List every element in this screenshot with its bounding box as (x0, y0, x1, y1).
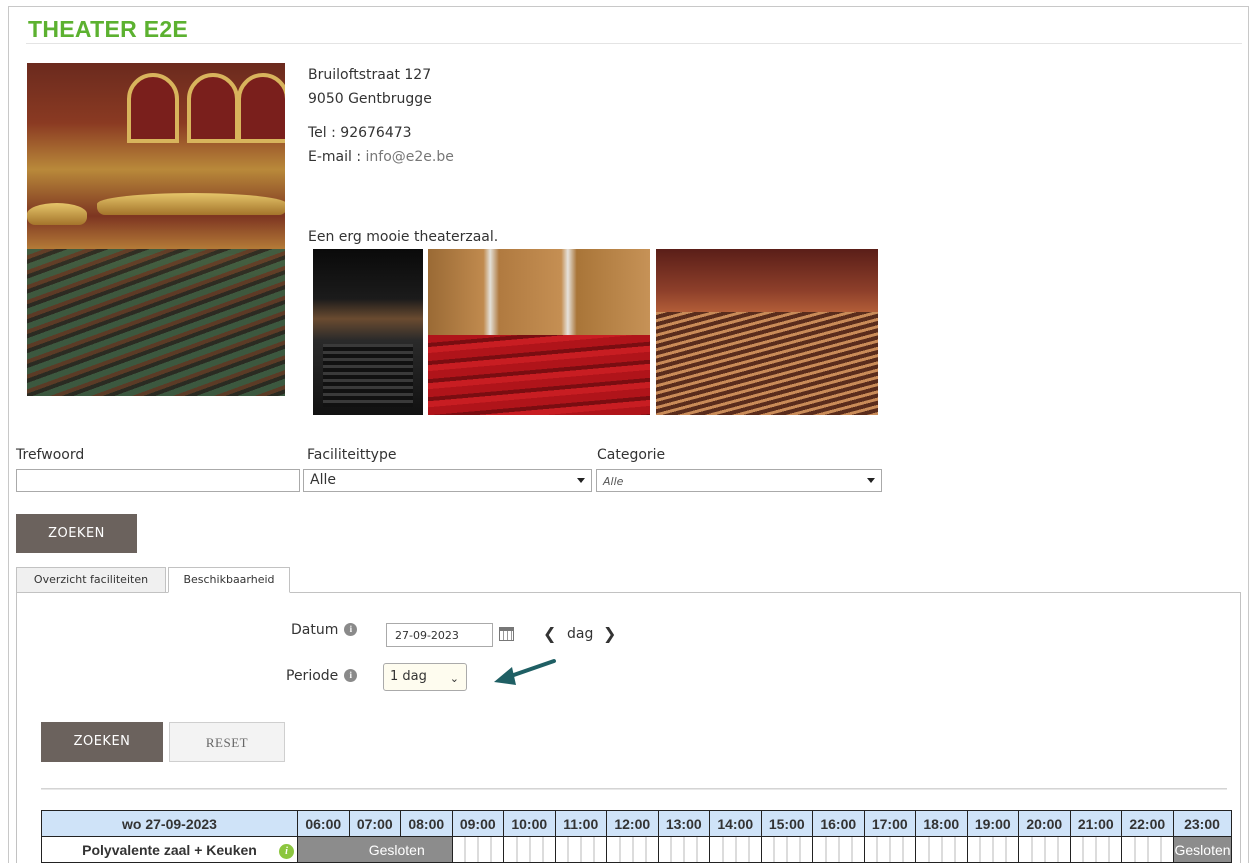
date-input[interactable]: 27-09-2023 (386, 623, 493, 647)
info-icon[interactable]: i (344, 669, 358, 682)
grid-hour-header: 21:00 (1069, 810, 1122, 837)
time-slot[interactable] (760, 836, 813, 863)
email-label: E-mail : (308, 149, 362, 165)
section-divider (41, 788, 1227, 790)
grid-hour-header: 23:00 (1172, 810, 1232, 837)
photo-seats (27, 249, 285, 396)
calendar-icon[interactable] (499, 627, 514, 641)
time-slot[interactable] (451, 836, 504, 863)
tab-overview[interactable]: Overzicht faciliteiten (16, 567, 166, 593)
facility-type-label: Faciliteittype (307, 447, 397, 463)
venue-street: Bruiloftstraat 127 (308, 67, 432, 83)
reset-button[interactable]: RESET (169, 722, 285, 762)
venue-email: E-mail : info@e2e.be (308, 149, 454, 165)
grid-hour-header: 10:00 (503, 810, 556, 837)
period-select[interactable]: 1 dag ⌄ (383, 663, 467, 691)
email-link[interactable]: info@e2e.be (366, 149, 454, 165)
grid-hour-header: 08:00 (400, 810, 453, 837)
time-slot[interactable] (812, 836, 865, 863)
filter-search-button[interactable]: ZOEKEN (16, 514, 137, 553)
tab-availability[interactable]: Beschikbaarheid (168, 567, 290, 593)
closed-slot: Gesloten (1172, 836, 1232, 863)
period-value: 1 dag (390, 669, 427, 684)
date-label: Datum i (291, 622, 358, 638)
availability-grid: wo 27-09-2023 06:00 07:00 08:00 09:00 10… (41, 810, 1232, 863)
phone-label: Tel : (308, 125, 336, 141)
time-slot[interactable] (554, 836, 607, 863)
time-slot[interactable] (657, 836, 710, 863)
date-label-text: Datum (291, 622, 339, 638)
time-slot[interactable] (863, 836, 916, 863)
grid-hour-header: 18:00 (915, 810, 968, 837)
arrow-icon (494, 659, 556, 685)
period-label: Periode i (286, 668, 358, 684)
venue-description: Een erg mooie theaterzaal. (308, 229, 499, 245)
venue-city: 9050 Gentbrugge (308, 91, 432, 107)
grid-hour-header: 14:00 (709, 810, 762, 837)
category-select[interactable]: Alle (596, 469, 882, 492)
closed-slot: Gesloten (297, 836, 453, 863)
venue-phone: Tel : 92676473 (308, 125, 412, 141)
photo-balcony (97, 193, 285, 215)
category-value: Alle (603, 475, 624, 488)
grid-header-row: wo 27-09-2023 06:00 07:00 08:00 09:00 10… (41, 810, 1232, 837)
photo-balcony (27, 203, 87, 225)
step-label: dag (567, 626, 594, 642)
grid-hour-header: 17:00 (863, 810, 916, 837)
info-leaf-icon[interactable]: i (279, 843, 294, 859)
grid-hour-header: 20:00 (1018, 810, 1071, 837)
table-row: Polyvalente zaal + Keuken i Gesloten Ges… (41, 836, 1232, 863)
gallery-thumbnail[interactable] (313, 249, 423, 415)
photo-arch (187, 73, 239, 143)
photo-arch (127, 73, 179, 143)
time-slot[interactable] (1069, 836, 1122, 863)
period-label-text: Periode (286, 668, 339, 684)
time-slot[interactable] (606, 836, 659, 863)
gallery-thumbnail[interactable] (656, 249, 878, 415)
grid-date-header: wo 27-09-2023 (41, 810, 298, 837)
facility-type-select[interactable]: Alle (303, 469, 592, 492)
photo-arch (237, 73, 285, 143)
time-slot[interactable] (503, 836, 556, 863)
phone-value: 92676473 (340, 125, 412, 141)
grid-hour-header: 06:00 (297, 810, 350, 837)
grid-hour-header: 22:00 (1121, 810, 1174, 837)
dropdown-arrow-icon (867, 478, 875, 483)
dropdown-arrow-icon (577, 478, 585, 483)
keyword-label: Trefwoord (16, 447, 85, 463)
chevron-down-icon: ⌄ (449, 672, 459, 685)
grid-hour-header: 13:00 (657, 810, 710, 837)
gallery-thumbnail[interactable] (428, 249, 650, 415)
grid-hour-header: 15:00 (760, 810, 813, 837)
grid-hour-header: 12:00 (606, 810, 659, 837)
chevron-left-icon[interactable]: ❮ (543, 624, 556, 643)
chevron-right-icon[interactable]: ❯ (603, 624, 616, 643)
grid-hour-header: 16:00 (812, 810, 865, 837)
grid-hour-header: 09:00 (451, 810, 504, 837)
time-slot[interactable] (1121, 836, 1174, 863)
title-divider (26, 43, 1242, 44)
category-label: Categorie (597, 447, 666, 463)
facility-type-value: Alle (310, 472, 336, 488)
keyword-input[interactable] (16, 469, 300, 492)
time-slot[interactable] (1018, 836, 1071, 863)
time-slot[interactable] (966, 836, 1019, 863)
grid-hour-header: 07:00 (348, 810, 401, 837)
info-icon[interactable]: i (344, 623, 358, 636)
grid-hour-header: 19:00 (966, 810, 1019, 837)
time-slot[interactable] (915, 836, 968, 863)
time-slot[interactable] (709, 836, 762, 863)
availability-search-button[interactable]: ZOEKEN (41, 722, 163, 762)
venue-main-photo (27, 63, 285, 396)
page-title: THEATER E2E (28, 16, 189, 42)
room-name-cell: Polyvalente zaal + Keuken i (41, 836, 298, 863)
grid-hour-header: 11:00 (554, 810, 607, 837)
room-name: Polyvalente zaal + Keuken (82, 841, 257, 858)
